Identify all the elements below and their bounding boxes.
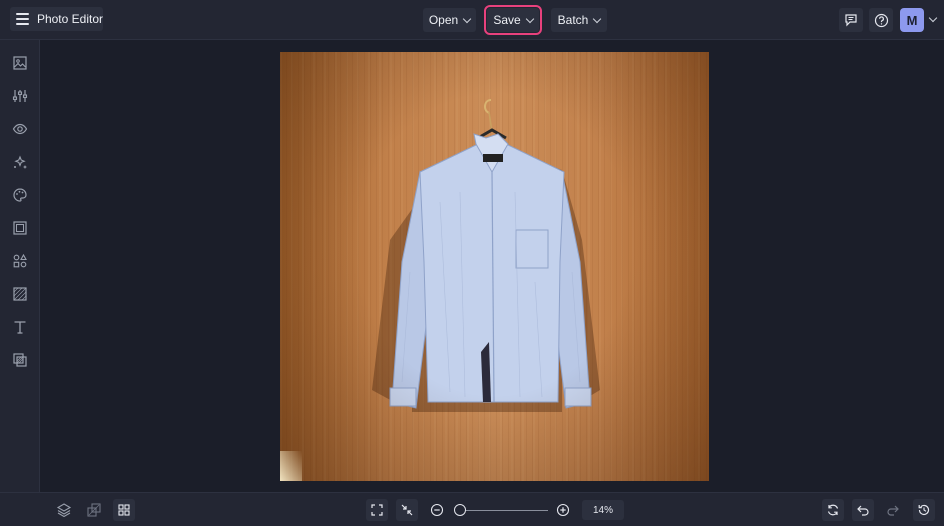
text-icon[interactable]	[11, 318, 29, 336]
chat-icon	[845, 14, 857, 27]
app-title: Photo Editor	[36, 12, 103, 26]
fit-screen-button[interactable]	[366, 499, 388, 521]
eye-icon[interactable]	[11, 120, 29, 138]
sparkle-effects-icon[interactable]	[11, 153, 29, 171]
zoom-slider-handle[interactable]	[454, 504, 466, 516]
frame-icon[interactable]	[11, 219, 29, 237]
actual-size-icon	[401, 504, 413, 516]
feedback-button[interactable]	[839, 8, 863, 32]
zoom-out-icon[interactable]	[428, 501, 446, 519]
fit-screen-icon	[371, 504, 383, 516]
batch-button[interactable]: Batch	[551, 8, 607, 32]
sync-button[interactable]	[822, 499, 844, 521]
adjust-sliders-icon[interactable]	[11, 87, 29, 105]
zoom-slider-track[interactable]	[460, 510, 548, 511]
help-button[interactable]	[869, 8, 893, 32]
chevron-down-icon	[525, 14, 534, 23]
photo-canvas[interactable]	[280, 52, 709, 481]
redo-icon[interactable]	[884, 501, 902, 519]
texture-icon[interactable]	[11, 285, 29, 303]
bottom-bar: 14%	[0, 492, 944, 526]
photo-vignette	[280, 52, 709, 481]
undo-button[interactable]	[852, 499, 874, 521]
help-icon	[874, 13, 888, 27]
tools-sidebar	[0, 40, 40, 492]
undo-icon	[857, 505, 869, 516]
top-bar: Photo Editor Open Save Batch M	[0, 0, 944, 40]
sync-icon	[827, 504, 839, 516]
user-avatar[interactable]: M	[900, 8, 924, 32]
transform-icon[interactable]	[85, 501, 103, 519]
zoom-in-icon[interactable]	[554, 501, 572, 519]
history-button[interactable]	[913, 499, 935, 521]
zoom-level-display[interactable]: 14%	[582, 500, 624, 520]
open-label: Open	[428, 13, 459, 27]
app-menu-button[interactable]: Photo Editor	[10, 7, 103, 31]
photo-light-glow	[280, 451, 302, 481]
save-button[interactable]: Save	[484, 5, 542, 35]
actual-size-button[interactable]	[396, 499, 418, 521]
chevron-down-icon[interactable]	[928, 13, 938, 23]
batch-label: Batch	[557, 13, 589, 27]
hamburger-menu-icon	[16, 13, 29, 25]
image-icon[interactable]	[11, 54, 29, 72]
overlay-icon[interactable]	[11, 351, 29, 369]
grid-view-button[interactable]	[113, 499, 135, 521]
history-icon	[918, 504, 930, 516]
palette-icon[interactable]	[11, 186, 29, 204]
grid-icon	[118, 504, 130, 516]
graphics-icon[interactable]	[11, 252, 29, 270]
save-label: Save	[493, 13, 521, 27]
chevron-down-icon	[462, 14, 472, 23]
open-button[interactable]: Open	[423, 8, 476, 32]
layers-icon[interactable]	[55, 501, 73, 519]
chevron-down-icon	[593, 14, 602, 23]
